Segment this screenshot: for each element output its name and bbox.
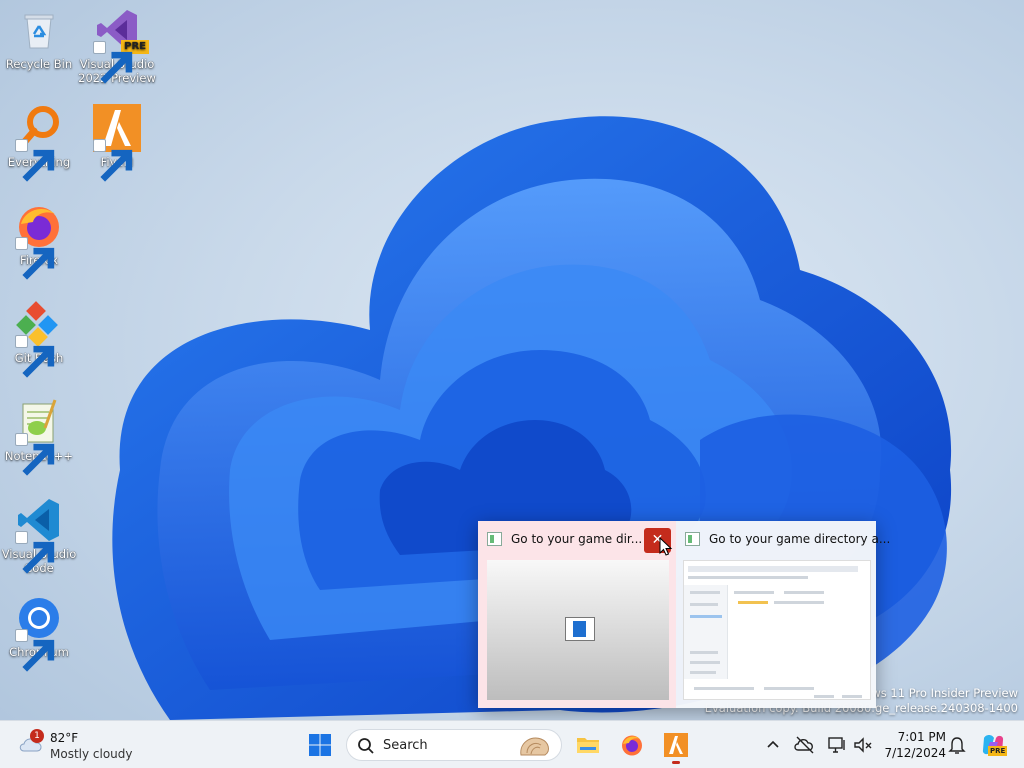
desktop-icon-chromium[interactable]: Chromium <box>0 594 78 672</box>
thumbnail-content <box>683 560 871 700</box>
thumbnail-title: Go to your game dir... <box>511 532 643 546</box>
system-clock[interactable]: 7:01 PM 7/12/2024 <box>880 729 946 761</box>
shortcut-arrow-icon <box>15 629 55 672</box>
taskbar: 1 82°F Mostly cloudy Search 7:01 PM 7/12… <box>0 720 1024 768</box>
clock-date: 7/12/2024 <box>884 746 946 760</box>
volume-muted-icon[interactable] <box>852 734 874 756</box>
search-placeholder: Search <box>383 738 428 753</box>
desktop-icon-label: Recycle Bin <box>5 57 73 71</box>
thumbnail-title: Go to your game directory a... <box>709 532 891 546</box>
notification-bell-icon[interactable] <box>946 734 968 756</box>
taskbar-search-box[interactable]: Search <box>346 729 562 761</box>
thumbnail-window-1[interactable]: Go to your game dir... ✕ <box>478 521 676 708</box>
desktop-icon-visual-studio[interactable]: PRE Visual Studio 2022 Preview <box>78 6 156 85</box>
thumbnail-content <box>487 560 669 700</box>
clock-time: 7:01 PM <box>897 730 946 744</box>
mouse-cursor-icon <box>659 537 673 556</box>
desktop-icon-vscode[interactable]: Visual Studio Code <box>0 496 78 575</box>
notification-badge: 1 <box>30 729 44 743</box>
desktop-icon-git-bash[interactable]: Git Bash <box>0 300 78 378</box>
display-network-icon[interactable] <box>826 734 848 756</box>
fivem-icon <box>664 733 688 757</box>
firefox-taskbar-button[interactable] <box>612 725 652 765</box>
desktop-icon-notepad-plus-plus[interactable]: Notepad++ <box>0 398 78 476</box>
weather-temperature: 82°F <box>50 731 79 745</box>
desktop-icon-firefox[interactable]: Firefox <box>0 202 78 280</box>
file-explorer-button[interactable] <box>568 725 608 765</box>
taskbar-thumbnail-preview: Go to your game dir... ✕ Go to your game… <box>478 521 890 708</box>
shortcut-arrow-icon <box>15 433 55 476</box>
start-button[interactable] <box>300 725 340 765</box>
firefox-icon <box>622 735 642 756</box>
shortcut-arrow-icon <box>93 41 133 84</box>
folder-icon <box>577 738 599 753</box>
seashell-search-highlight-icon <box>520 737 549 756</box>
shortcut-arrow-icon <box>15 531 55 574</box>
fivem-taskbar-button[interactable] <box>656 725 696 765</box>
shortcut-arrow-icon <box>15 335 55 378</box>
thumbnail-window-2[interactable]: Go to your game directory a... <box>676 521 890 708</box>
search-icon <box>358 738 374 754</box>
weather-condition: Mostly cloudy <box>50 747 133 761</box>
recycle-bin-icon <box>24 14 54 49</box>
shortcut-arrow-icon <box>93 139 133 182</box>
copilot-preview-button[interactable]: PRE <box>980 732 1008 758</box>
app-window-icon <box>565 617 595 641</box>
desktop-icon-recycle-bin[interactable]: Recycle Bin <box>0 6 78 71</box>
show-hidden-icons-chevron-icon[interactable] <box>762 734 784 756</box>
preview-badge: PRE <box>988 746 1008 756</box>
onedrive-offline-icon[interactable] <box>794 734 816 756</box>
windows-logo-icon <box>309 734 331 756</box>
shortcut-arrow-icon <box>15 237 55 280</box>
weather-widget[interactable]: 1 82°F Mostly cloudy <box>14 727 144 763</box>
shortcut-arrow-icon <box>15 139 55 182</box>
desktop-icon-fivem[interactable]: FiveM <box>78 104 156 182</box>
desktop-icon-everything[interactable]: Everything <box>0 104 78 182</box>
app-window-icon <box>685 532 700 546</box>
app-window-icon <box>487 532 502 546</box>
